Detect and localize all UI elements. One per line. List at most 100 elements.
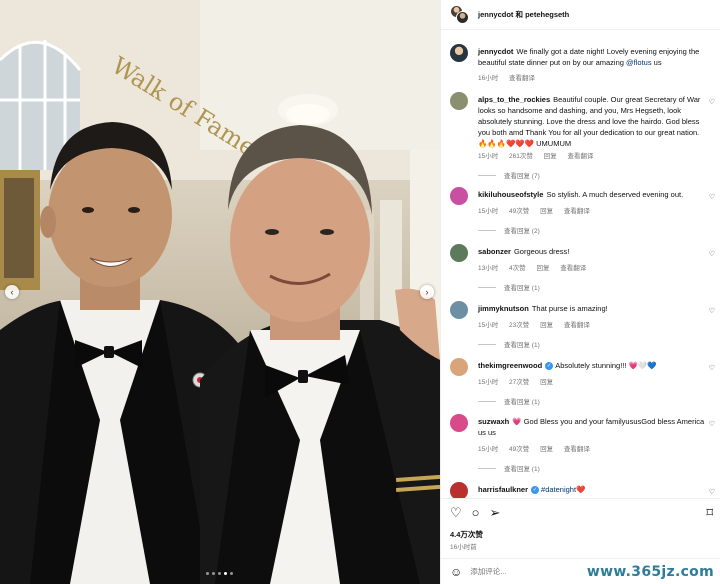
avatar[interactable]: [450, 358, 468, 376]
post-side-panel: jennycdot 和 petehegseth jennycdot We fina…: [440, 0, 720, 584]
verified-badge-icon: ✓: [531, 486, 540, 494]
like-comment-icon[interactable]: ♡: [709, 193, 715, 201]
like-count[interactable]: 23次赞: [509, 322, 529, 329]
comment-body: jimmyknutson That purse is amazing!: [478, 303, 708, 314]
username[interactable]: kikiluhouseofstyle: [478, 190, 543, 199]
translate-link[interactable]: 查看翻译: [568, 153, 594, 160]
comment-item: harrisfaulkner ✓ #datenight❤️ ♡: [450, 482, 718, 498]
comment-item: sabonzer Gorgeous dress! ♡ 13小时 4次赞 回复 查看…: [450, 244, 718, 296]
previous-photo-button[interactable]: ‹: [5, 285, 19, 299]
avatar[interactable]: [450, 482, 468, 498]
like-comment-icon[interactable]: ♡: [709, 98, 715, 106]
comment-item: suzwaxh 💗 God Bless you and your familyus…: [450, 414, 718, 478]
username[interactable]: sabonzer: [478, 247, 511, 256]
like-comment-icon[interactable]: ♡: [709, 307, 715, 315]
emoji-icon[interactable]: ☺: [450, 565, 462, 579]
photo-illustration: Walk of Fame: [0, 0, 440, 584]
view-replies-link[interactable]: 查看回复 (1): [478, 282, 540, 292]
comment-item: alps_to_the_rockies Beautiful couple. Our…: [450, 92, 718, 192]
post-photo: Walk of Fame ‹ ›: [0, 0, 440, 584]
comment-body: suzwaxh 💗 God Bless you and your familyus…: [478, 416, 708, 438]
avatar[interactable]: [450, 44, 468, 62]
carousel-dot-active: [224, 572, 227, 575]
username[interactable]: harrisfaulkner: [478, 485, 528, 494]
bookmark-icon[interactable]: ⌑: [706, 505, 713, 521]
comments-list: jennycdot We finally got a date night! Lo…: [441, 30, 720, 498]
translate-link[interactable]: 查看翻译: [560, 265, 586, 272]
carousel-dot: [212, 572, 215, 575]
comment-text: 💗 God Bless you and your familyususGod b…: [478, 417, 705, 437]
like-count[interactable]: 4次赞: [509, 265, 526, 272]
comment-text: That purse is amazing!: [531, 304, 608, 313]
reply-link[interactable]: 回复: [540, 379, 553, 386]
reply-link[interactable]: 回复: [540, 208, 553, 215]
comment-meta: 15小时 49次赞 回复 查看翻译: [478, 443, 599, 453]
post-header: jennycdot 和 petehegseth: [441, 0, 720, 30]
translate-link[interactable]: 查看翻译: [564, 446, 590, 453]
like-heart-icon[interactable]: ♡: [450, 505, 462, 521]
like-count[interactable]: 27次赞: [509, 379, 529, 386]
post-caption: jennycdot We finally got a date night! Lo…: [450, 44, 718, 88]
username[interactable]: thekimgreenwood: [478, 361, 542, 370]
view-replies-link[interactable]: 查看回复 (1): [478, 463, 540, 473]
view-replies-link[interactable]: 查看回复 (2): [478, 225, 540, 235]
mention-link[interactable]: @flotus: [626, 58, 652, 67]
translate-link[interactable]: 查看翻译: [564, 208, 590, 215]
collab-avatars[interactable]: [450, 4, 470, 25]
chevron-left-icon: ‹: [10, 287, 14, 297]
carousel-dot: [206, 572, 209, 575]
comment-meta: 15小时 27次赞 回复: [478, 376, 562, 386]
comment-input[interactable]: [470, 567, 591, 576]
translate-link[interactable]: 查看翻译: [564, 322, 590, 329]
post-timestamp: 16小时前: [450, 544, 477, 551]
comment-text: Gorgeous dress!: [513, 247, 570, 256]
post-actions: ♡ ○ ➢ ⌑ 4.4万次赞 16小时前: [441, 498, 720, 558]
username[interactable]: jimmyknutson: [478, 304, 529, 313]
post-author-names[interactable]: jennycdot 和 petehegseth: [478, 9, 569, 20]
timestamp: 15小时: [478, 208, 499, 215]
like-comment-icon[interactable]: ♡: [709, 420, 715, 428]
view-replies-link[interactable]: 查看回复 (1): [478, 396, 540, 406]
avatar[interactable]: [450, 187, 468, 205]
username[interactable]: suzwaxh: [478, 417, 509, 426]
likes-count[interactable]: 4.4万次赞: [450, 529, 483, 540]
comment-meta: 15小时 261次赞 回复 查看翻译: [478, 150, 603, 160]
like-comment-icon[interactable]: ♡: [709, 364, 715, 372]
caption-text-end: us: [651, 58, 662, 67]
avatar[interactable]: [450, 244, 468, 262]
avatar[interactable]: [450, 301, 468, 319]
reply-link[interactable]: 回复: [536, 265, 549, 272]
reply-link[interactable]: 回复: [544, 153, 557, 160]
reply-link[interactable]: 回复: [540, 322, 553, 329]
like-comment-icon[interactable]: ♡: [709, 250, 715, 258]
comment-item: jimmyknutson That purse is amazing! ♡ 15小…: [450, 301, 718, 353]
like-count[interactable]: 49次赞: [509, 208, 529, 215]
view-replies-link[interactable]: 查看回复 (1): [478, 339, 540, 349]
like-count[interactable]: 49次赞: [509, 446, 529, 453]
carousel-dot: [218, 572, 221, 575]
timestamp: 16小时: [478, 75, 499, 82]
comment-text: Absolutely stunning!!! 💗🤍💙: [555, 361, 657, 370]
translate-link[interactable]: 查看翻译: [509, 75, 535, 82]
username[interactable]: jennycdot: [478, 47, 513, 56]
reply-link[interactable]: 回复: [540, 446, 553, 453]
hashtag-link[interactable]: #datenight❤️: [541, 485, 585, 494]
like-count[interactable]: 261次赞: [509, 153, 533, 160]
view-replies-link[interactable]: 查看回复 (7): [478, 170, 540, 180]
share-paper-plane-icon[interactable]: ➢: [490, 505, 501, 521]
avatar[interactable]: [450, 92, 468, 110]
next-photo-button[interactable]: ›: [420, 285, 434, 299]
avatar[interactable]: [450, 414, 468, 432]
verified-badge-icon: ✓: [545, 362, 554, 370]
comment-body: thekimgreenwood ✓ Absolutely stunning!!! 💗…: [478, 360, 708, 371]
action-icons: ♡ ○ ➢: [450, 505, 500, 521]
like-comment-icon[interactable]: ♡: [709, 488, 715, 496]
chevron-right-icon: ›: [425, 287, 429, 297]
timestamp: 13小时: [478, 265, 499, 272]
carousel-dot: [230, 572, 233, 575]
carousel-dots: [206, 572, 233, 575]
watermark: www.365jz.com: [586, 564, 714, 580]
comment-bubble-icon[interactable]: ○: [472, 505, 480, 521]
username[interactable]: alps_to_the_rockies: [478, 95, 550, 104]
timestamp: 15小时: [478, 153, 499, 160]
